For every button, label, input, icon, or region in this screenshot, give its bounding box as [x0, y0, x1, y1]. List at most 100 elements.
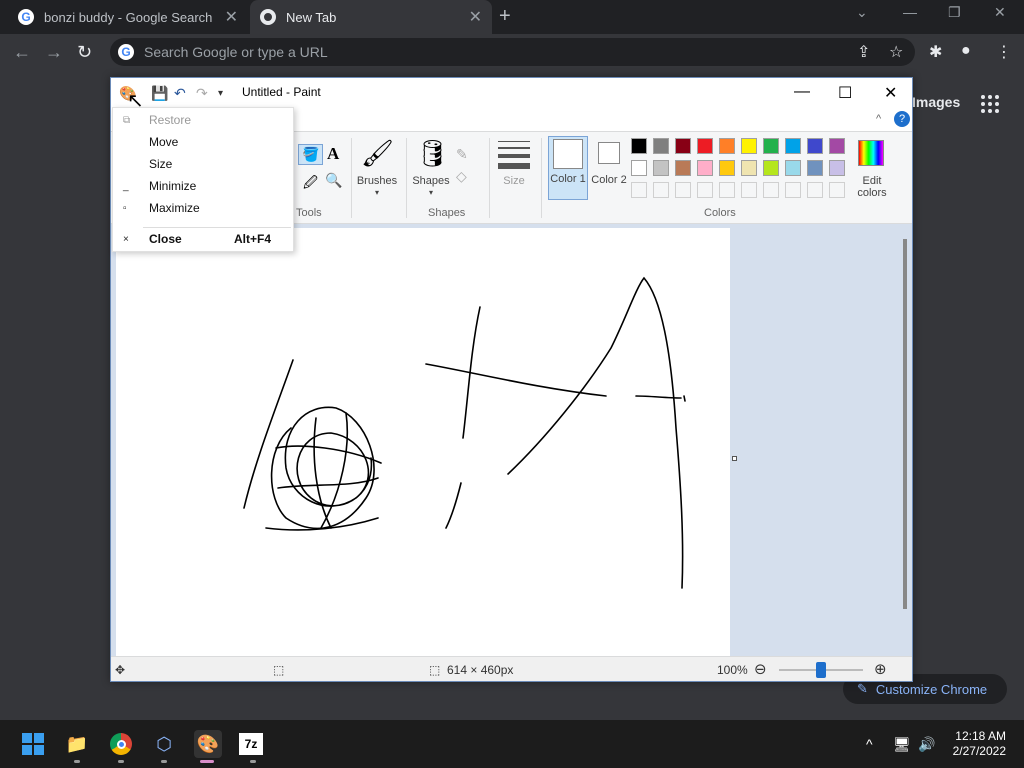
tab-search-chevron-icon[interactable]: ⌄	[856, 4, 868, 21]
new-tab-plus-icon[interactable]: +	[499, 5, 511, 28]
palette-swatch[interactable]	[697, 138, 713, 154]
back-icon[interactable]: ←	[13, 42, 31, 63]
palette-swatch[interactable]	[653, 138, 669, 154]
palette-swatch[interactable]	[697, 182, 713, 198]
tab-new-tab[interactable]: New Tab ✕	[250, 0, 492, 34]
shapes-button-label[interactable]: Shapes	[407, 175, 455, 187]
images-link[interactable]: Images	[912, 94, 960, 110]
close-window-icon[interactable]: ✕	[994, 4, 1006, 21]
shapes-icon[interactable]: 🛢	[416, 138, 449, 169]
zoom-in-icon[interactable]: ⊕	[874, 660, 887, 678]
size-icon[interactable]	[498, 141, 530, 169]
clock[interactable]: 12:18 AM 2/27/2022	[944, 729, 1006, 759]
palette-swatch[interactable]	[631, 160, 647, 176]
paint-minimize-icon[interactable]: —	[794, 83, 810, 101]
shapes-dropdown-icon[interactable]: ▾	[407, 188, 455, 197]
palette-swatch[interactable]	[719, 138, 735, 154]
paint-maximize-icon[interactable]: ☐	[838, 83, 852, 103]
palette-swatch[interactable]	[675, 160, 691, 176]
fill-icon[interactable]: ◇	[456, 168, 467, 185]
profile-icon[interactable]: ●	[961, 42, 971, 60]
brushes-dropdown-icon[interactable]: ▾	[351, 188, 403, 197]
canvas-resize-handle[interactable]	[732, 456, 737, 461]
palette-swatch[interactable]	[719, 160, 735, 176]
undo-icon[interactable]: ↶	[174, 85, 186, 102]
paint-title-bar[interactable]: 🎨 💾 ↶ ↷ ▾ Untitled - Paint — ☐ ✕	[111, 78, 912, 108]
palette-swatch[interactable]	[763, 138, 779, 154]
palette-swatch[interactable]	[807, 182, 823, 198]
color1-button[interactable]: Color 1	[548, 136, 588, 200]
palette-swatch[interactable]	[829, 182, 845, 198]
quick-access-dropdown-icon[interactable]: ▾	[218, 88, 223, 99]
palette-swatch[interactable]	[741, 138, 757, 154]
palette-swatch[interactable]	[741, 182, 757, 198]
menu-item-minimize[interactable]: _ Minimize	[113, 175, 293, 197]
virtualbox-icon[interactable]: ⬡	[150, 730, 178, 758]
zoom-out-icon[interactable]: ⊖	[754, 660, 767, 678]
drawing-canvas[interactable]	[116, 228, 730, 658]
share-icon[interactable]: ⇪	[857, 42, 870, 62]
extensions-icon[interactable]: ✱	[929, 42, 942, 62]
paint-taskbar-icon[interactable]: 🎨	[194, 730, 222, 758]
palette-swatch[interactable]	[653, 160, 669, 176]
save-icon[interactable]: 💾	[151, 85, 168, 102]
palette-swatch[interactable]	[741, 160, 757, 176]
palette-swatch[interactable]	[829, 160, 845, 176]
palette-swatch[interactable]	[763, 182, 779, 198]
close-tab-icon[interactable]: ✕	[469, 7, 482, 27]
palette-swatch[interactable]	[785, 138, 801, 154]
collapse-ribbon-icon[interactable]: ^	[876, 113, 881, 125]
palette-swatch[interactable]	[653, 182, 669, 198]
palette-swatch[interactable]	[785, 160, 801, 176]
menu-item-move[interactable]: Move	[113, 131, 293, 153]
palette-swatch[interactable]	[807, 160, 823, 176]
palette-swatch[interactable]	[807, 138, 823, 154]
chrome-taskbar-icon[interactable]	[107, 730, 135, 758]
minimize-icon[interactable]: —	[903, 4, 917, 20]
color-picker-icon[interactable]: 🖉	[303, 172, 318, 196]
close-tab-icon[interactable]: ✕	[225, 7, 238, 27]
forward-icon[interactable]: →	[45, 42, 63, 63]
tray-chevron-icon[interactable]: ^	[866, 736, 873, 752]
help-icon[interactable]: ?	[894, 111, 910, 127]
reload-icon[interactable]: ↻	[77, 42, 92, 63]
edit-colors-label[interactable]: Edit colors	[849, 175, 895, 199]
7zip-icon[interactable]: 7z	[239, 733, 263, 755]
size-button-label[interactable]: Size	[491, 175, 537, 187]
menu-item-maximize[interactable]: ▫ Maximize	[113, 197, 293, 219]
palette-swatch[interactable]	[719, 182, 735, 198]
outline-icon[interactable]: ✎	[456, 146, 468, 163]
fill-bucket-icon[interactable]: 🪣	[298, 144, 324, 165]
color2-swatch[interactable]	[598, 142, 620, 164]
palette-swatch[interactable]	[675, 182, 691, 198]
volume-icon[interactable]: 🔊	[918, 736, 935, 753]
palette-swatch[interactable]	[763, 160, 779, 176]
restore-icon[interactable]: ❐	[948, 4, 961, 21]
bookmark-star-icon[interactable]: ☆	[889, 42, 903, 62]
redo-icon[interactable]: ↷	[196, 85, 208, 102]
palette-swatch[interactable]	[697, 160, 713, 176]
brushes-button-label[interactable]: Brushes	[351, 175, 403, 187]
tab-bonzi-search[interactable]: G bonzi buddy - Google Search ✕	[8, 0, 248, 34]
palette-swatch[interactable]	[631, 138, 647, 154]
file-explorer-icon[interactable]: 📁	[63, 730, 91, 758]
menu-item-size[interactable]: Size	[113, 153, 293, 175]
palette-swatch[interactable]	[631, 182, 647, 198]
apps-grid-icon[interactable]	[981, 95, 999, 113]
menu-item-close[interactable]: × Close Alt+F4	[113, 228, 293, 250]
zoom-slider-thumb[interactable]	[816, 662, 826, 678]
color2-label[interactable]: Color 2	[591, 174, 627, 186]
palette-swatch[interactable]	[675, 138, 691, 154]
text-tool-icon[interactable]: A	[327, 144, 339, 164]
magnifier-icon[interactable]: 🔍	[325, 172, 342, 189]
start-button[interactable]	[19, 730, 47, 758]
palette-swatch[interactable]	[829, 138, 845, 154]
vertical-scrollbar[interactable]	[903, 239, 907, 609]
palette-swatch[interactable]	[785, 182, 801, 198]
brushes-icon[interactable]: 🖌	[361, 138, 394, 169]
paint-close-icon[interactable]: ✕	[884, 83, 897, 103]
menu-kebab-icon[interactable]: ⋮	[996, 42, 1012, 62]
network-icon[interactable]: 🖥	[893, 736, 911, 753]
edit-colors-icon[interactable]	[858, 140, 884, 166]
omnibox[interactable]: G Search Google or type a URL	[110, 38, 915, 66]
